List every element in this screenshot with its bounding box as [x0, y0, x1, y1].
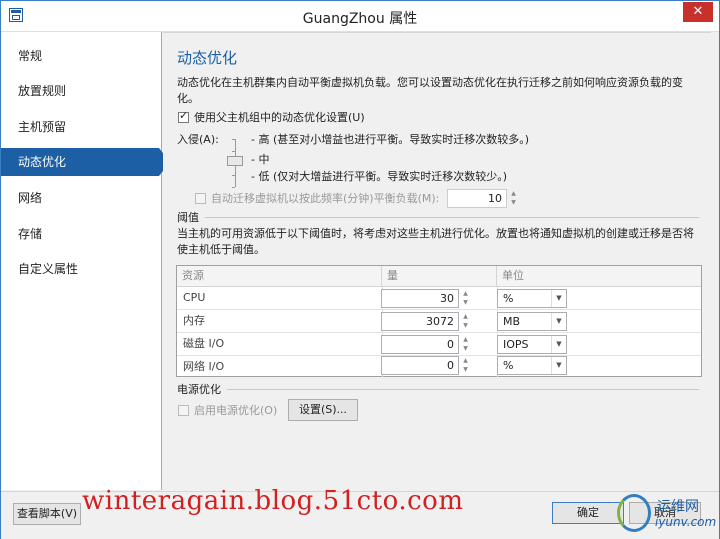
chevron-down-icon: ▼ [551, 290, 566, 307]
resource-name: 内存 [183, 314, 205, 327]
view-script-button[interactable]: 查看脚本(V) [13, 503, 81, 525]
page-title: 动态优化 [177, 49, 238, 67]
unit-value: IOPS [503, 338, 529, 351]
properties-dialog: GuangZhou 属性 ✕ 常规 放置规则 主机预留 动态优化 网络 存储 自… [0, 0, 720, 539]
thresholds-divider [205, 217, 699, 218]
resource-name: 网络 I/O [183, 360, 225, 373]
amount-input[interactable]: 0 [381, 335, 459, 354]
sidebar-item-storage[interactable]: 存储 [1, 220, 161, 248]
chevron-down-icon: ▼ [551, 336, 566, 353]
amount-input[interactable]: 30 [381, 289, 459, 308]
amount-spinner[interactable]: ▲ ▼ [461, 356, 470, 375]
sidebar-item-dynamic-optimization[interactable]: 动态优化 [1, 148, 170, 176]
ok-button[interactable]: 确定 [552, 502, 624, 524]
enable-power-optimization-label: 启用电源优化(O) [194, 404, 278, 417]
thresholds-grid: 资源 量 单位 CPU 30 ▲▼ %▼ 内存 3072 ▲▼ MB▼ [176, 265, 702, 379]
close-button[interactable]: ✕ [683, 2, 713, 22]
amount-input[interactable]: 3072 [381, 312, 459, 331]
aggressiveness-high-label: - 高 (甚至对小增益也进行平衡。导致实时迁移次数较多。) [251, 133, 530, 146]
aggressiveness-medium-label: - 中 [251, 153, 270, 166]
amount-input[interactable]: 0 [381, 356, 459, 375]
unit-value: % [503, 359, 514, 372]
site-logo: 运维网 iyunv.com [615, 490, 719, 538]
slider-tick [232, 175, 235, 176]
unit-value: MB [503, 315, 521, 328]
resource-name: CPU [183, 291, 206, 304]
grid-header: 资源 量 单位 [177, 266, 701, 287]
logo-ring-icon [617, 494, 651, 532]
power-optimization-title: 电源优化 [177, 383, 221, 396]
table-row: CPU 30 ▲ ▼ % ▼ [177, 287, 701, 310]
sidebar-item-host-reserves[interactable]: 主机预留 [1, 113, 161, 141]
aggressiveness-label: 入侵(A): [177, 133, 219, 146]
aggressiveness-low-label: - 低 (仅对大增益进行平衡。导致实时迁移次数较少。) [251, 170, 508, 183]
column-header-unit[interactable]: 单位 [497, 266, 701, 286]
slider-tick [232, 151, 235, 152]
enable-power-optimization-checkbox[interactable] [178, 405, 189, 416]
power-divider [227, 389, 699, 390]
amount-spinner[interactable]: ▲ ▼ [461, 335, 470, 354]
resource-name: 磁盘 I/O [183, 337, 225, 350]
auto-migrate-label: 自动迁移虚拟机以按此频率(分钟)平衡负载(M): [211, 192, 440, 205]
table-row: 网络 I/O 0 ▲ ▼ % ▼ [177, 356, 701, 379]
inherit-settings-label: 使用父主机组中的动态优化设置(U) [194, 111, 365, 124]
column-header-resource[interactable]: 资源 [177, 266, 382, 286]
slider-tick-high [232, 139, 235, 140]
thresholds-description: 当主机的可用资源低于以下阈值时，将考虑对这些主机进行优化。放置也将通知虚拟机的创… [177, 227, 694, 256]
auto-migrate-spinner[interactable]: ▲ ▼ [509, 189, 518, 208]
main-panel: 动态优化 动态优化在主机群集内自动平衡虚拟机负载。您可以设置动态优化在执行迁移之… [163, 32, 711, 491]
table-row: 磁盘 I/O 0 ▲ ▼ IOPS ▼ [177, 333, 701, 356]
auto-migrate-checkbox[interactable] [195, 193, 206, 204]
unit-select[interactable]: % ▼ [497, 356, 567, 375]
sidebar: 常规 放置规则 主机预留 动态优化 网络 存储 自定义属性 [1, 32, 170, 490]
sidebar-item-network[interactable]: 网络 [1, 184, 161, 212]
title-bar[interactable]: GuangZhou 属性 ✕ [1, 1, 719, 32]
inherit-settings-checkbox[interactable] [178, 109, 189, 123]
table-row: 内存 3072 ▲ ▼ MB ▼ [177, 310, 701, 333]
aggressiveness-slider-thumb[interactable] [227, 156, 243, 166]
auto-migrate-frequency-input[interactable]: 10 [447, 189, 507, 208]
sidebar-item-custom-properties[interactable]: 自定义属性 [1, 255, 161, 283]
watermark-text: winteragain.blog.51cto.com [82, 486, 464, 516]
thresholds-title: 阈值 [177, 211, 199, 224]
slider-tick-low [232, 187, 235, 188]
logo-title: 运维网 [657, 499, 699, 515]
sidebar-item-general[interactable]: 常规 [1, 42, 161, 70]
unit-select[interactable]: IOPS ▼ [497, 335, 567, 354]
unit-select[interactable]: % ▼ [497, 289, 567, 308]
page-description: 动态优化在主机群集内自动平衡虚拟机负载。您可以设置动态优化在执行迁移之前如何响应… [177, 76, 683, 105]
chevron-down-icon: ▼ [551, 357, 566, 374]
logo-url: iyunv.com [655, 515, 717, 529]
unit-select[interactable]: MB ▼ [497, 312, 567, 331]
amount-spinner[interactable]: ▲ ▼ [461, 289, 470, 308]
chevron-down-icon: ▼ [551, 313, 566, 330]
power-settings-button[interactable]: 设置(S)... [288, 399, 358, 421]
window-title: GuangZhou 属性 [302, 11, 418, 27]
unit-value: % [503, 292, 514, 305]
amount-spinner[interactable]: ▲ ▼ [461, 312, 470, 331]
sidebar-item-placement-rules[interactable]: 放置规则 [1, 77, 161, 105]
column-header-amount[interactable]: 量 [382, 266, 497, 286]
